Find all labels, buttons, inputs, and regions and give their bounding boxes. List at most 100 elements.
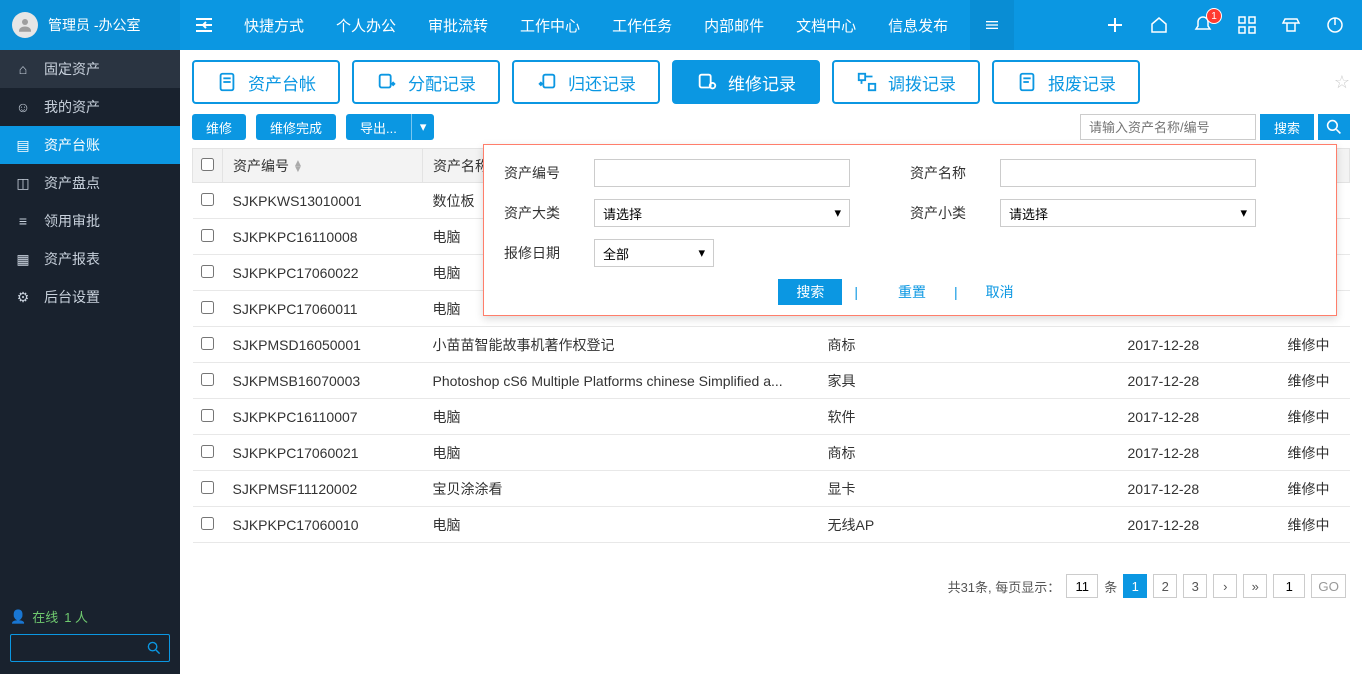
- search-input[interactable]: [1080, 114, 1256, 140]
- per-page-input[interactable]: [1066, 574, 1098, 598]
- row-checkbox[interactable]: [201, 481, 214, 494]
- cell-name: 宝贝涂涂看: [423, 471, 818, 507]
- cell-date: 2017-12-28: [1118, 399, 1278, 435]
- sidebar-search[interactable]: [10, 634, 170, 662]
- nav-tasks[interactable]: 工作任务: [596, 0, 688, 50]
- nav-more[interactable]: [970, 0, 1014, 50]
- goto-button[interactable]: GO: [1311, 574, 1346, 598]
- caret-down-icon: [834, 205, 841, 221]
- sidebar-item-ledger[interactable]: ▤资产台账: [0, 126, 180, 164]
- cell-status: 维修中: [1278, 363, 1350, 399]
- table-row[interactable]: SJKPKPC17060010 电脑 无线AP 2017-12-28 维修中: [193, 507, 1350, 543]
- repair-button[interactable]: 维修: [192, 114, 246, 140]
- page-last[interactable]: »: [1243, 574, 1267, 598]
- row-checkbox[interactable]: [201, 517, 214, 530]
- sidebar-item-settings[interactable]: ⚙后台设置: [0, 278, 180, 316]
- adv-search-button[interactable]: 搜索: [778, 279, 842, 305]
- select-all-checkbox[interactable]: [201, 158, 214, 171]
- online-status: 👤 在线 1 人: [10, 607, 170, 626]
- tab-allocate[interactable]: 分配记录: [352, 60, 500, 104]
- row-checkbox[interactable]: [201, 409, 214, 422]
- sort-icon: ▲▼: [293, 161, 303, 173]
- inventory-icon: ◫: [14, 175, 32, 192]
- adv-select-date[interactable]: 全部: [594, 239, 714, 267]
- col-code[interactable]: 资产编号▲▼: [223, 149, 423, 183]
- caret-down-icon: [1240, 205, 1247, 221]
- table-row[interactable]: SJKPMSB16070003 Photoshop cS6 Multiple P…: [193, 363, 1350, 399]
- adv-select-cat1[interactable]: 请选择: [594, 199, 850, 227]
- theme-icon[interactable]: [1276, 10, 1306, 40]
- cell-cat: 商标: [818, 327, 1118, 363]
- page-1[interactable]: 1: [1123, 574, 1147, 598]
- main-content: 资产台帐 分配记录 归还记录 维修记录 调拨记录 报废记录 ☆ 维修 维修完成 …: [180, 50, 1362, 674]
- sidebar-item-fixed-assets[interactable]: ⌂固定资产: [0, 50, 180, 88]
- nav-mail[interactable]: 内部邮件: [688, 0, 780, 50]
- bell-icon[interactable]: 1: [1188, 10, 1218, 40]
- row-checkbox[interactable]: [201, 337, 214, 350]
- adv-label-cat2: 资产小类: [910, 203, 1000, 223]
- apps-icon[interactable]: [1232, 10, 1262, 40]
- plus-icon[interactable]: [1100, 10, 1130, 40]
- adv-cancel-button[interactable]: 取消: [958, 282, 1042, 302]
- sidebar-item-report[interactable]: ▦资产报表: [0, 240, 180, 278]
- adv-select-cat2[interactable]: 请选择: [1000, 199, 1256, 227]
- cell-name: Photoshop cS6 Multiple Platforms chinese…: [423, 363, 818, 399]
- select-all-header[interactable]: [193, 149, 223, 183]
- cell-date: 2017-12-28: [1118, 507, 1278, 543]
- row-checkbox[interactable]: [201, 193, 214, 206]
- tab-transfer[interactable]: 调拨记录: [832, 60, 980, 104]
- user-block[interactable]: 管理员 -办公室: [0, 0, 180, 50]
- table-row[interactable]: SJKPMSD16050001 小苗苗智能故事机著作权登记 商标 2017-12…: [193, 327, 1350, 363]
- row-checkbox[interactable]: [201, 445, 214, 458]
- adv-reset-button[interactable]: 重置: [870, 282, 954, 302]
- cell-status: 维修中: [1278, 327, 1350, 363]
- row-checkbox[interactable]: [201, 301, 214, 314]
- row-checkbox[interactable]: [201, 265, 214, 278]
- home-icon: ⌂: [14, 61, 32, 77]
- row-checkbox[interactable]: [201, 229, 214, 242]
- avatar: [12, 12, 38, 38]
- goto-page-input[interactable]: [1273, 574, 1305, 598]
- nav-quick[interactable]: 快捷方式: [228, 0, 320, 50]
- sidebar-toggle[interactable]: [180, 0, 228, 50]
- repair-done-button[interactable]: 维修完成: [256, 114, 336, 140]
- sidebar-item-my-assets[interactable]: ☺我的资产: [0, 88, 180, 126]
- action-row: 维修 维修完成 导出... 搜索: [192, 114, 1350, 140]
- tab-scrap[interactable]: 报废记录: [992, 60, 1140, 104]
- home-icon[interactable]: [1144, 10, 1174, 40]
- adv-input-code[interactable]: [594, 159, 850, 187]
- advanced-search-toggle[interactable]: [1318, 114, 1350, 140]
- nav-docs[interactable]: 文档中心: [780, 0, 872, 50]
- nav-workcenter[interactable]: 工作中心: [504, 0, 596, 50]
- adv-label-date: 报修日期: [504, 243, 594, 263]
- table-row[interactable]: SJKPKPC16110007 电脑 软件 2017-12-28 维修中: [193, 399, 1350, 435]
- cell-cat: 显卡: [818, 471, 1118, 507]
- nav-approval[interactable]: 审批流转: [412, 0, 504, 50]
- cell-status: 维修中: [1278, 471, 1350, 507]
- tab-repair[interactable]: 维修记录: [672, 60, 820, 104]
- table-row[interactable]: SJKPMSF11120002 宝贝涂涂看 显卡 2017-12-28 维修中: [193, 471, 1350, 507]
- page-next[interactable]: ›: [1213, 574, 1237, 598]
- page-3[interactable]: 3: [1183, 574, 1207, 598]
- power-icon[interactable]: [1320, 10, 1350, 40]
- page-2[interactable]: 2: [1153, 574, 1177, 598]
- nav-info[interactable]: 信息发布: [872, 0, 964, 50]
- sidebar-item-inventory[interactable]: ◫资产盘点: [0, 164, 180, 202]
- export-button[interactable]: 导出...: [346, 114, 434, 140]
- cell-code: SJKPKPC16110007: [223, 399, 423, 435]
- user-icon: ☺: [14, 99, 32, 115]
- row-checkbox[interactable]: [201, 373, 214, 386]
- user-small-icon: 👤: [10, 609, 26, 625]
- nav-personal[interactable]: 个人办公: [320, 0, 412, 50]
- allocate-icon: [376, 71, 398, 93]
- search-button[interactable]: 搜索: [1260, 114, 1314, 140]
- cell-code: SJKPKPC17060022: [223, 255, 423, 291]
- adv-input-name[interactable]: [1000, 159, 1256, 187]
- tab-ledger[interactable]: 资产台帐: [192, 60, 340, 104]
- sidebar-item-approval[interactable]: ≡领用审批: [0, 202, 180, 240]
- return-icon: [536, 71, 558, 93]
- favorite-star-icon[interactable]: ☆: [1334, 72, 1350, 93]
- tab-return[interactable]: 归还记录: [512, 60, 660, 104]
- pager-total: 共31条, 每页显示：: [948, 577, 1061, 596]
- table-row[interactable]: SJKPKPC17060021 电脑 商标 2017-12-28 维修中: [193, 435, 1350, 471]
